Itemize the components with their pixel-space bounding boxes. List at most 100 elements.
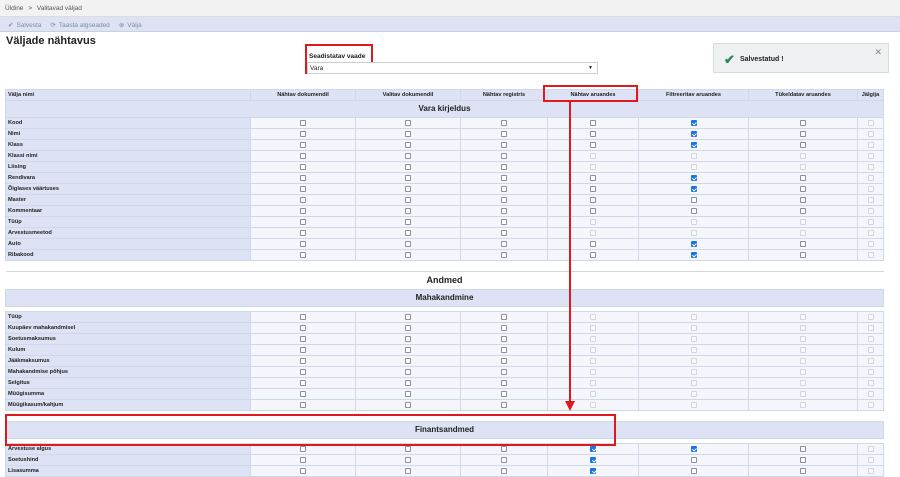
checkbox[interactable] — [300, 174, 306, 181]
checkbox[interactable] — [501, 229, 507, 236]
checkbox[interactable] — [501, 196, 507, 203]
checkbox[interactable] — [405, 357, 411, 364]
checkbox[interactable] — [800, 251, 806, 258]
checkbox[interactable] — [501, 335, 507, 342]
checkbox[interactable] — [501, 251, 507, 258]
checkbox[interactable] — [501, 368, 507, 375]
checkbox[interactable] — [405, 324, 411, 331]
checkbox[interactable] — [501, 357, 507, 364]
checkbox[interactable] — [405, 152, 411, 159]
checkbox[interactable] — [300, 456, 306, 463]
checkbox[interactable] — [800, 445, 806, 452]
checkbox[interactable] — [501, 445, 507, 452]
checkbox[interactable] — [501, 218, 507, 225]
checkbox[interactable] — [590, 141, 596, 148]
view-select[interactable]: Vara ▼ — [307, 62, 598, 74]
checkbox[interactable] — [590, 174, 596, 181]
checkbox[interactable] — [590, 240, 596, 247]
checkbox[interactable] — [300, 130, 306, 137]
checkbox[interactable] — [501, 119, 507, 126]
checkbox[interactable] — [800, 141, 806, 148]
checkbox[interactable] — [300, 240, 306, 247]
checkbox[interactable] — [300, 390, 306, 397]
checkbox[interactable] — [300, 196, 306, 203]
toast-close-icon[interactable]: ✕ — [874, 47, 882, 58]
checkbox[interactable] — [300, 401, 306, 408]
checkbox[interactable] — [690, 196, 697, 203]
checkbox[interactable] — [405, 251, 411, 258]
checkbox[interactable] — [590, 251, 596, 258]
checkbox[interactable] — [501, 456, 507, 463]
checkbox[interactable] — [405, 185, 411, 192]
checkbox[interactable] — [405, 456, 411, 463]
checkbox[interactable] — [405, 130, 411, 137]
checkbox[interactable] — [501, 207, 507, 214]
checkbox[interactable] — [501, 141, 507, 148]
checkbox[interactable] — [405, 229, 411, 236]
checkbox[interactable] — [501, 313, 507, 320]
checkbox[interactable] — [300, 467, 306, 474]
checkbox[interactable] — [800, 174, 806, 181]
checkbox[interactable] — [405, 119, 411, 126]
checkbox[interactable] — [590, 456, 596, 463]
checkbox[interactable] — [501, 130, 507, 137]
checkbox[interactable] — [300, 119, 306, 126]
checkbox[interactable] — [405, 207, 411, 214]
reset-button[interactable]: ⟳ Taasta algseaded — [50, 19, 109, 31]
checkbox[interactable] — [590, 185, 596, 192]
checkbox[interactable] — [300, 379, 306, 386]
checkbox[interactable] — [690, 174, 697, 181]
checkbox[interactable] — [405, 346, 411, 353]
checkbox[interactable] — [501, 401, 507, 408]
checkbox[interactable] — [405, 445, 411, 452]
checkbox[interactable] — [690, 240, 697, 247]
checkbox[interactable] — [300, 218, 306, 225]
checkbox[interactable] — [405, 467, 411, 474]
checkbox[interactable] — [501, 467, 507, 474]
checkbox[interactable] — [300, 445, 306, 452]
checkbox[interactable] — [405, 196, 411, 203]
checkbox[interactable] — [501, 185, 507, 192]
checkbox[interactable] — [300, 207, 306, 214]
close-button[interactable]: ⊗ Välja — [119, 19, 142, 31]
checkbox[interactable] — [690, 130, 697, 137]
checkbox[interactable] — [690, 456, 697, 463]
checkbox[interactable] — [300, 251, 306, 258]
checkbox[interactable] — [300, 346, 306, 353]
checkbox[interactable] — [300, 335, 306, 342]
checkbox[interactable] — [501, 152, 507, 159]
checkbox[interactable] — [300, 141, 306, 148]
checkbox[interactable] — [590, 130, 596, 137]
checkbox[interactable] — [501, 346, 507, 353]
checkbox[interactable] — [300, 229, 306, 236]
checkbox[interactable] — [800, 467, 806, 474]
save-button[interactable]: ✔ Salvesta — [8, 19, 41, 31]
checkbox[interactable] — [800, 196, 806, 203]
checkbox[interactable] — [405, 390, 411, 397]
checkbox[interactable] — [800, 240, 806, 247]
checkbox[interactable] — [300, 163, 306, 170]
checkbox[interactable] — [590, 119, 596, 126]
checkbox[interactable] — [590, 207, 596, 214]
checkbox[interactable] — [300, 368, 306, 375]
checkbox[interactable] — [405, 401, 411, 408]
checkbox[interactable] — [501, 390, 507, 397]
checkbox[interactable] — [405, 335, 411, 342]
checkbox[interactable] — [405, 218, 411, 225]
checkbox[interactable] — [800, 130, 806, 137]
checkbox[interactable] — [300, 324, 306, 331]
checkbox[interactable] — [590, 196, 596, 203]
checkbox[interactable] — [690, 119, 697, 126]
checkbox[interactable] — [800, 456, 806, 463]
checkbox[interactable] — [405, 368, 411, 375]
checkbox[interactable] — [405, 174, 411, 181]
checkbox[interactable] — [405, 141, 411, 148]
checkbox[interactable] — [800, 119, 806, 126]
checkbox[interactable] — [690, 207, 697, 214]
checkbox[interactable] — [690, 467, 697, 474]
checkbox[interactable] — [800, 185, 806, 192]
checkbox[interactable] — [590, 445, 596, 452]
checkbox[interactable] — [501, 163, 507, 170]
breadcrumb-home[interactable]: Üldine — [5, 5, 23, 12]
checkbox[interactable] — [300, 357, 306, 364]
